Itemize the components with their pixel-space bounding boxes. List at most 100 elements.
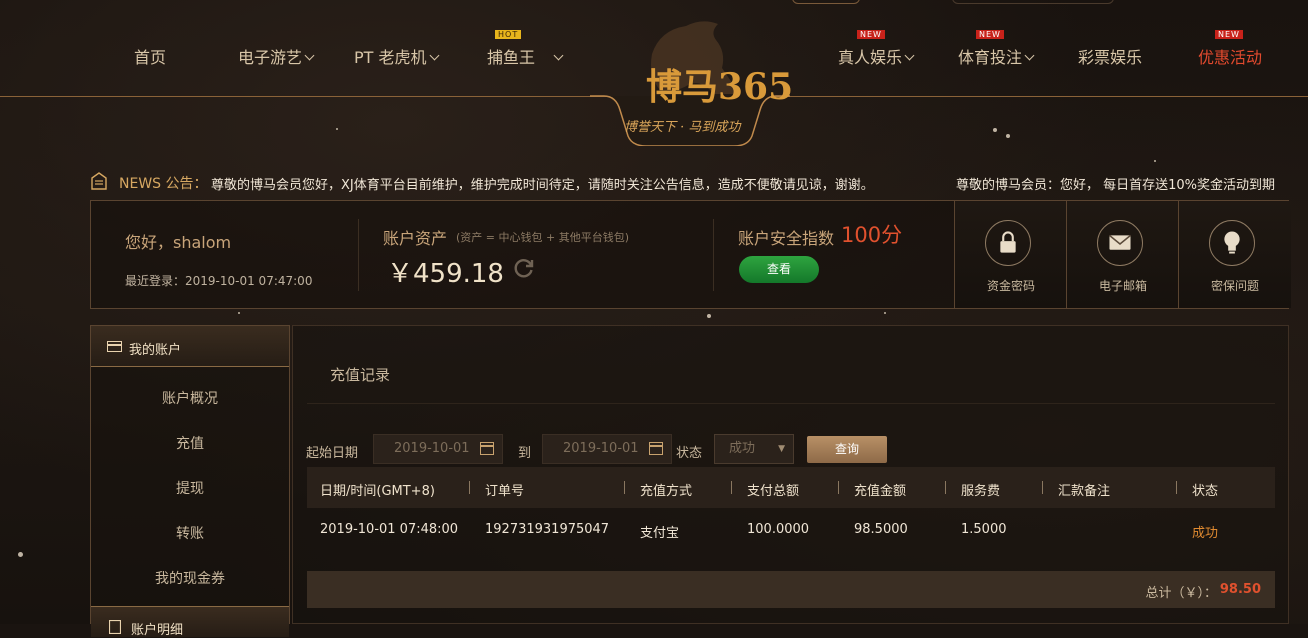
account-sidebar: 我的账户 账户概况 充值 提现 转账 我的现金券 账户明细 (90, 325, 290, 638)
news-label: NEWS 公告： (119, 176, 208, 192)
news-icon (91, 172, 107, 190)
column-header: 充值金额 (854, 484, 907, 499)
total-label: 总计（￥）： (1145, 586, 1217, 601)
chevron-down-icon (553, 50, 564, 61)
start-date-input[interactable]: 2019-10-01 (373, 434, 503, 464)
total-bar: 总计（￥）： 98.50 (307, 571, 1275, 608)
chevron-down-icon (429, 50, 439, 61)
chevron-down-icon (304, 50, 315, 61)
security-score: 100分 (841, 223, 903, 247)
column-divider (838, 481, 839, 494)
start-date-value: 2019-10-01 (394, 441, 470, 456)
status-select[interactable]: 成功 ▼ (714, 434, 794, 464)
sidebar-section-my-account[interactable]: 我的账户 (91, 326, 289, 367)
divider (307, 403, 1275, 404)
nav-home[interactable]: 首页 (134, 44, 166, 68)
column-divider (1176, 481, 1177, 494)
sidebar-item-deposit[interactable]: 充值 (91, 433, 289, 453)
news-message[interactable]: 尊敬的博马会员：您好， 每日首存送10%奖金活动到期 (956, 174, 1275, 192)
sparkle (993, 128, 997, 132)
account-summary: 您好，shalom 最近登录：2019-10-01 07:47:00 账户资产 … (90, 200, 1291, 309)
security-check-button[interactable]: 查看 (739, 256, 819, 283)
new-badge: NEW (1215, 30, 1243, 39)
sidebar-item-withdraw[interactable]: 提现 (91, 478, 289, 498)
new-badge: NEW (857, 30, 885, 39)
quick-link-label: 资金密码 (986, 279, 1035, 293)
brand-slogan: 博誉天下 · 马到成功 (624, 120, 741, 135)
chevron-down-icon (904, 50, 915, 61)
nav-lottery[interactable]: 彩票娱乐 (1078, 44, 1142, 68)
lock-icon (985, 220, 1031, 266)
query-button[interactable]: 查询 (807, 436, 887, 463)
quick-link-label: 电子邮箱 (1098, 279, 1147, 293)
caret-down-icon: ▼ (778, 444, 785, 454)
sidebar-item-transfer[interactable]: 转账 (91, 523, 289, 543)
total-value: 98.50 (1219, 582, 1261, 597)
cell-order-id: 192731931975047 (485, 522, 610, 537)
column-divider (731, 481, 732, 494)
security-question-link[interactable]: 密保问题 (1178, 201, 1291, 308)
divider (358, 219, 359, 291)
user-greeting: 您好，shalom (125, 233, 232, 252)
card-icon (107, 341, 122, 352)
sidebar-section-label: 账户明细 (131, 623, 184, 638)
cell-method: 支付宝 (640, 526, 680, 541)
cell-datetime: 2019-10-01 07:48:00 (320, 522, 459, 537)
end-date-input[interactable]: 2019-10-01 (542, 434, 672, 464)
sparkle (336, 128, 338, 130)
nav-electronic-games[interactable]: 电子游艺 (238, 44, 315, 68)
quick-link-label: 密保问题 (1210, 279, 1259, 293)
status-select-value: 成功 (729, 441, 756, 456)
cell-total-paid: 100.0000 (747, 522, 810, 537)
news-message[interactable]: 尊敬的博马会员您好，XJ体育平台目前维护，维护完成时间待定，请随时关注公告信息，… (211, 174, 874, 192)
hot-badge: HOT (495, 30, 522, 39)
column-divider (469, 481, 470, 494)
sidebar-item-coupons[interactable]: 我的现金券 (91, 568, 289, 588)
column-divider (1042, 481, 1043, 494)
sparkle (707, 314, 711, 318)
mail-icon (1097, 220, 1143, 266)
nav-live-casino[interactable]: 真人娱乐 (838, 44, 915, 68)
end-date-value: 2019-10-01 (563, 441, 639, 456)
date-to-label: 到 (518, 446, 532, 461)
page-title: 充值记录 (330, 366, 391, 384)
brand-logo[interactable]: 博马365 (646, 58, 793, 110)
divider (713, 219, 714, 291)
lightbulb-icon (1209, 220, 1255, 266)
new-badge: NEW (976, 30, 1004, 39)
column-header: 充值方式 (640, 484, 693, 499)
nav-promotions[interactable]: 优惠活动 (1198, 44, 1262, 68)
column-header: 汇款备注 (1058, 484, 1111, 499)
calendar-icon (649, 442, 663, 455)
column-header: 服务费 (961, 484, 1001, 499)
start-date-label: 起始日期 (306, 446, 359, 461)
column-header: 订单号 (485, 484, 525, 499)
email-link[interactable]: 电子邮箱 (1066, 201, 1179, 308)
column-divider (624, 481, 625, 494)
cell-service-fee: 1.5000 (961, 522, 1007, 537)
sidebar-section-account-details[interactable]: 账户明细 (91, 606, 289, 638)
refresh-icon[interactable] (513, 257, 535, 279)
nav-pt-slots[interactable]: PT 老虎机 (354, 44, 439, 68)
sidebar-item-overview[interactable]: 账户概况 (91, 388, 289, 408)
nav-sports-betting[interactable]: 体育投注 (958, 44, 1035, 68)
calendar-icon (480, 442, 494, 455)
sparkle (884, 312, 886, 314)
asset-title: 账户资产 (383, 229, 448, 248)
sparkle (18, 552, 23, 557)
table-header: 日期/时间(GMT+8) 订单号 充值方式 支付总额 充值金额 服务费 汇款备注… (307, 467, 1275, 508)
column-header: 日期/时间(GMT+8) (320, 484, 435, 499)
deposit-records-panel: 充值记录 起始日期 2019-10-01 到 2019-10-01 状态 成功 … (292, 325, 1289, 624)
cell-deposit-amount: 98.5000 (854, 522, 908, 537)
news-ticker: NEWS 公告： 尊敬的博马会员您好，XJ体育平台目前维护，维护完成时间待定，请… (90, 172, 1290, 192)
security-title: 账户安全指数 (738, 229, 835, 248)
nav-fishing-king[interactable]: 捕鱼王 (487, 44, 564, 68)
last-login: 最近登录：2019-10-01 07:47:00 (125, 274, 313, 288)
sparkle (1006, 134, 1010, 138)
cell-status: 成功 (1192, 526, 1219, 541)
asset-subtitle: (资产 = 中心钱包 + 其他平台钱包) (456, 231, 630, 244)
column-divider (945, 481, 946, 494)
sparkle (238, 312, 240, 314)
fund-password-link[interactable]: 资金密码 (954, 201, 1067, 308)
column-header: 状态 (1192, 484, 1219, 499)
